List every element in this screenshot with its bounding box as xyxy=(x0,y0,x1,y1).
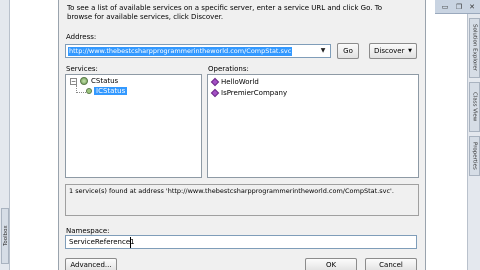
services-tree[interactable]: − CStatus ICStatus xyxy=(65,74,202,178)
right-tool-strip: Solution Explorer Class View Properties xyxy=(467,14,480,270)
service-icon xyxy=(80,77,88,85)
status-box: 1 service(s) found at address 'http://ww… xyxy=(65,184,419,216)
class-view-tab-label: Class View xyxy=(471,92,478,122)
properties-tab-label: Properties xyxy=(471,142,478,170)
chevron-down-icon: ▼ xyxy=(408,48,412,54)
tree-item-label: ICStatus xyxy=(94,87,128,95)
status-text: 1 service(s) found at address 'http://ww… xyxy=(69,187,394,195)
method-icon xyxy=(210,77,220,87)
namespace-value[interactable]: ServiceReference1 xyxy=(69,238,135,247)
window-titlebar: ▭ ❐ ✕ xyxy=(435,0,480,14)
operation-item[interactable]: IsPremierCompany xyxy=(210,88,288,98)
method-icon xyxy=(210,88,220,98)
go-button[interactable]: Go xyxy=(337,43,359,59)
address-label: Address: xyxy=(66,33,97,41)
chevron-down-icon[interactable]: ▼ xyxy=(318,46,328,56)
toolbox-tab[interactable]: Toolbox xyxy=(1,208,9,264)
operations-list[interactable]: HelloWorld IsPremierCompany xyxy=(207,74,419,178)
ok-button[interactable]: OK xyxy=(305,258,357,270)
solution-explorer-tab-label: Solution Explorer xyxy=(471,24,478,72)
operation-item[interactable]: HelloWorld xyxy=(210,77,259,87)
operations-label: Operations: xyxy=(208,65,249,73)
discover-label: Discover xyxy=(374,47,405,55)
address-combobox[interactable]: http://www.thebestcsharpprogrammerinthew… xyxy=(65,44,331,58)
services-label: Services: xyxy=(66,65,98,73)
collapse-icon[interactable]: − xyxy=(70,77,77,85)
toolbox-tab-label: Toolbox xyxy=(3,225,9,247)
operation-label: HelloWorld xyxy=(221,78,259,86)
instructions-text: To see a list of available services on a… xyxy=(67,4,383,21)
close-icon[interactable]: ✕ xyxy=(468,3,476,11)
properties-tab[interactable]: Properties xyxy=(469,136,480,176)
editor-area xyxy=(10,0,58,270)
discover-button[interactable]: Discover ▼ xyxy=(369,43,417,59)
left-tool-strip: Toolbox xyxy=(0,0,10,270)
solution-explorer-tab[interactable]: Solution Explorer xyxy=(469,18,480,78)
namespace-input[interactable]: ServiceReference1 xyxy=(65,235,417,249)
class-view-tab[interactable]: Class View xyxy=(469,82,480,132)
tree-item-icstatus[interactable]: ICStatus xyxy=(86,87,128,96)
text-cursor xyxy=(130,237,131,248)
advanced-button[interactable]: Advanced... xyxy=(65,258,117,270)
address-value[interactable]: http://www.thebestcsharpprogrammerinthew… xyxy=(68,47,293,56)
cancel-button[interactable]: Cancel xyxy=(365,258,417,270)
restore-icon[interactable]: ❐ xyxy=(455,3,463,11)
minimize-icon[interactable]: ▭ xyxy=(441,3,449,11)
tree-item-label: CStatus xyxy=(91,77,119,85)
interface-icon xyxy=(86,88,92,94)
operation-label: IsPremierCompany xyxy=(221,89,288,97)
tree-connector xyxy=(76,85,86,93)
namespace-label: Namespace: xyxy=(66,227,110,235)
add-service-reference-dialog: To see a list of available services on a… xyxy=(58,0,426,270)
